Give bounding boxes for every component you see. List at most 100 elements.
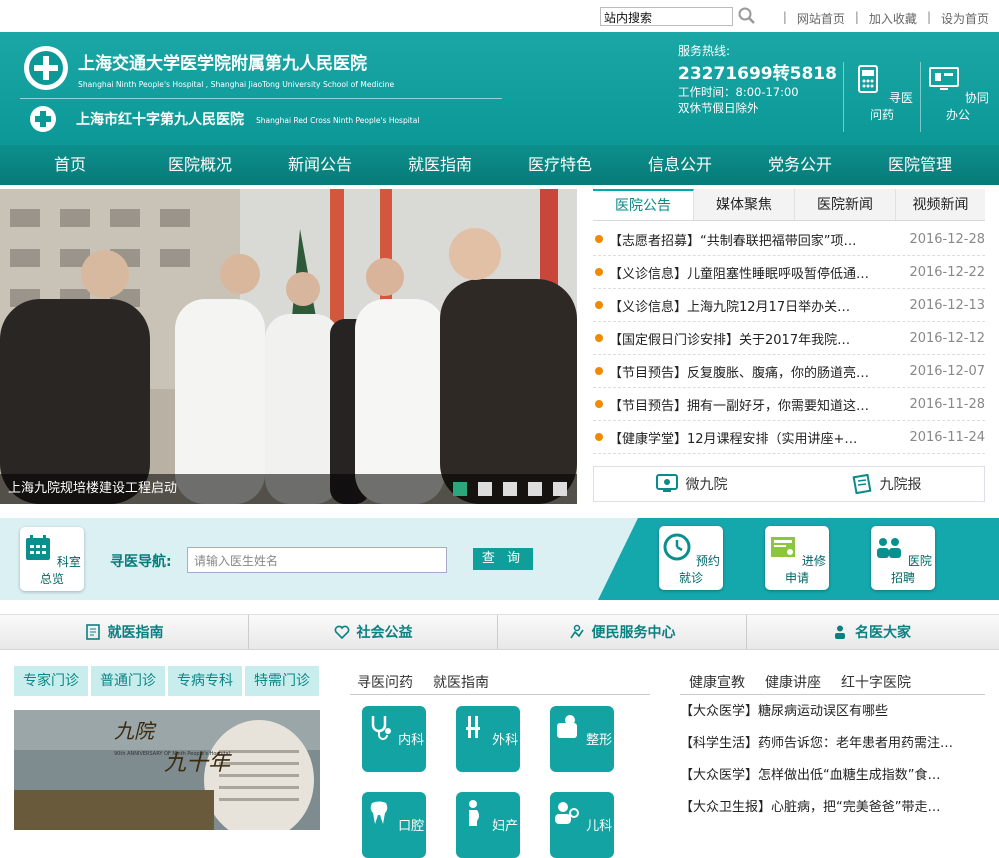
news-item[interactable]: 【义诊信息】上海九院12月17日举办关… 2016-12-13 bbox=[593, 289, 985, 322]
list-item[interactable]: 【科学生活】药师告诉您：老年患者用药需注… bbox=[680, 732, 985, 764]
tab-expert-clinic[interactable]: 专家门诊 bbox=[14, 666, 88, 696]
dept-dental[interactable]: 口腔 bbox=[362, 792, 426, 858]
anniversary-banner[interactable]: 九院 九十年 90th ANNIVERSARY OF Ninth People'… bbox=[14, 710, 320, 830]
section-tab-famous-doctors[interactable]: 名医大家 bbox=[747, 615, 996, 649]
training-apply-button[interactable]: 进修申请 bbox=[765, 526, 829, 590]
appointment-button[interactable]: 预约就诊 bbox=[659, 526, 723, 590]
link-set-homepage[interactable]: 设为首页 bbox=[941, 10, 989, 27]
search-icon[interactable] bbox=[737, 6, 757, 26]
nav-features[interactable]: 医疗特色 bbox=[500, 145, 620, 185]
dept-overview-button[interactable]: 科室总览 bbox=[20, 527, 84, 591]
calendar-icon bbox=[26, 535, 51, 560]
tab-find-doctor[interactable]: 寻医问药 bbox=[357, 672, 413, 692]
nav-guide[interactable]: 就医指南 bbox=[380, 145, 500, 185]
scalpel-icon bbox=[465, 716, 480, 738]
doctor-icon bbox=[835, 625, 845, 639]
bullet-icon bbox=[595, 235, 603, 243]
tab-visit-guide[interactable]: 就医指南 bbox=[433, 672, 489, 692]
news-item[interactable]: 【健康学堂】12月课程安排（实用讲座+… 2016-11-24 bbox=[593, 421, 985, 454]
tab-general-clinic[interactable]: 普通门诊 bbox=[91, 666, 165, 696]
office-label: 协同办公 bbox=[945, 91, 989, 122]
recruitment-button[interactable]: 医院招聘 bbox=[871, 526, 935, 590]
news-date: 2016-12-13 bbox=[909, 297, 985, 313]
right-divider bbox=[680, 694, 985, 695]
site-search-input[interactable]: 站内搜索 bbox=[600, 7, 733, 26]
slider-dot-5[interactable] bbox=[553, 482, 567, 496]
news-title: 【志愿者招募】“共制春联把福带回家”项… bbox=[609, 233, 857, 249]
tab-specialty-clinic[interactable]: 专病专科 bbox=[168, 666, 242, 696]
find-doctor-button[interactable]: 寻医问药 bbox=[846, 62, 918, 140]
slider-dot-1[interactable] bbox=[453, 482, 467, 496]
hospital-logo[interactable]: 上海交通大学医学院附属第九人民医院 Shanghai Ninth People'… bbox=[20, 42, 500, 94]
news-date: 2016-11-24 bbox=[909, 429, 985, 445]
dept-label: 内科 bbox=[398, 733, 425, 748]
query-button[interactable]: 查 询 bbox=[473, 548, 533, 570]
section-tab-guide[interactable]: 就医指南 bbox=[0, 615, 249, 649]
section-tab-service-center[interactable]: 便民服务中心 bbox=[498, 615, 747, 649]
nav-info[interactable]: 信息公开 bbox=[620, 145, 740, 185]
list-item[interactable]: 【大众卫生报】心脏病，把“完美爸爸”带走… bbox=[680, 796, 985, 828]
slider-dot-3[interactable] bbox=[503, 482, 517, 496]
slider-dot-4[interactable] bbox=[528, 482, 542, 496]
dept-surgery[interactable]: 外科 bbox=[456, 706, 520, 772]
tab-red-cross[interactable]: 红十字医院 bbox=[841, 672, 911, 692]
nav-news[interactable]: 新闻公告 bbox=[260, 145, 380, 185]
nav-management[interactable]: 医院管理 bbox=[860, 145, 980, 185]
news-slider[interactable]: 上海九院规培楼建设工程启动 bbox=[0, 189, 577, 504]
bullet-icon bbox=[595, 400, 603, 408]
tab-health-education[interactable]: 健康宣教 bbox=[689, 672, 745, 692]
dept-label: 儿科 bbox=[586, 819, 613, 834]
weixin-link[interactable]: 微九院 bbox=[594, 474, 789, 494]
link-bookmark[interactable]: 加入收藏 bbox=[869, 10, 917, 27]
top-bar: 站内搜索 | 网站首页 | 加入收藏 | 设为首页 bbox=[0, 0, 999, 32]
dept-plastic-surgery[interactable]: 整形 bbox=[550, 706, 614, 772]
header: 上海交通大学医学院附属第九人民医院 Shanghai Ninth People'… bbox=[0, 32, 999, 145]
dept-label: 外科 bbox=[492, 733, 519, 748]
news-item[interactable]: 【节目预告】反复腹胀、腹痛，你的肠道亮… 2016-12-07 bbox=[593, 355, 985, 388]
dept-pediatrics[interactable]: 儿科 bbox=[550, 792, 614, 858]
find-doctor-label: 寻医导航: bbox=[110, 554, 172, 570]
bullet-icon bbox=[595, 301, 603, 309]
newspaper-link[interactable]: 九院报 bbox=[789, 474, 984, 494]
link-home[interactable]: 网站首页 bbox=[797, 10, 845, 27]
tab-video-news[interactable]: 视频新闻 bbox=[896, 189, 985, 220]
slider-photo bbox=[0, 189, 577, 504]
tab-announcements[interactable]: 医院公告 bbox=[593, 189, 694, 220]
doctor-name-input[interactable]: 请输入医生姓名 bbox=[187, 547, 447, 573]
main-nav: 首页 医院概况 新闻公告 就医指南 医疗特色 信息公开 党务公开 医院管理 bbox=[0, 145, 999, 185]
news-item[interactable]: 【国定假日门诊安排】关于2017年我院… 2016-12-12 bbox=[593, 322, 985, 355]
section-tabs: 就医指南 社会公益 便民服务中心 名医大家 bbox=[0, 614, 999, 650]
news-date: 2016-12-22 bbox=[909, 264, 985, 280]
list-item[interactable]: 【大众医学】怎样做出低“血糖生成指数”食… bbox=[680, 764, 985, 796]
dept-obstetrics[interactable]: 妇产 bbox=[456, 792, 520, 858]
dept-internal-medicine[interactable]: 内科 bbox=[362, 706, 426, 772]
dept-label: 妇产 bbox=[492, 819, 519, 834]
nav-party[interactable]: 党务公开 bbox=[740, 145, 860, 185]
office-button[interactable]: 协同办公 bbox=[922, 62, 994, 140]
news-date: 2016-11-28 bbox=[909, 396, 985, 412]
document-icon bbox=[85, 624, 100, 640]
tab-media[interactable]: 媒体聚焦 bbox=[694, 189, 795, 220]
news-title: 【节目预告】拥有一副好牙，你需要知道这… bbox=[609, 398, 870, 414]
hotline-number: 23271699转5818 bbox=[678, 64, 837, 84]
list-item[interactable]: 【大众医学】糖尿病运动误区有哪些 bbox=[680, 700, 985, 732]
separator: | bbox=[854, 10, 859, 24]
nav-home[interactable]: 首页 bbox=[0, 145, 140, 185]
section-tab-charity[interactable]: 社会公益 bbox=[249, 615, 498, 649]
tab-vip-clinic[interactable]: 特需门诊 bbox=[245, 666, 319, 696]
hotline-block: 服务热线: 23271699转5818 工作时间：8:00-17:00 双休节假… bbox=[678, 42, 837, 116]
separator: | bbox=[782, 10, 787, 24]
news-item[interactable]: 【志愿者招募】“共制春联把福带回家”项… 2016-12-28 bbox=[593, 223, 985, 256]
nav-overview[interactable]: 医院概况 bbox=[140, 145, 260, 185]
weixin-label: 微九院 bbox=[685, 477, 728, 493]
news-item[interactable]: 【节目预告】拥有一副好牙，你需要知道这… 2016-11-28 bbox=[593, 388, 985, 421]
newspaper-label: 九院报 bbox=[879, 477, 922, 493]
tab-hospital-news[interactable]: 医院新闻 bbox=[795, 189, 896, 220]
slider-dot-2[interactable] bbox=[478, 482, 492, 496]
tooth-icon bbox=[370, 801, 388, 824]
tab-health-lecture[interactable]: 健康讲座 bbox=[765, 672, 821, 692]
news-item[interactable]: 【义诊信息】儿童阻塞性睡眠呼吸暂停低通… 2016-12-22 bbox=[593, 256, 985, 289]
middle-divider bbox=[350, 694, 650, 695]
hospital-name-en: Shanghai Ninth People's Hospital , Shang… bbox=[78, 80, 395, 89]
slider-dots bbox=[453, 482, 567, 496]
